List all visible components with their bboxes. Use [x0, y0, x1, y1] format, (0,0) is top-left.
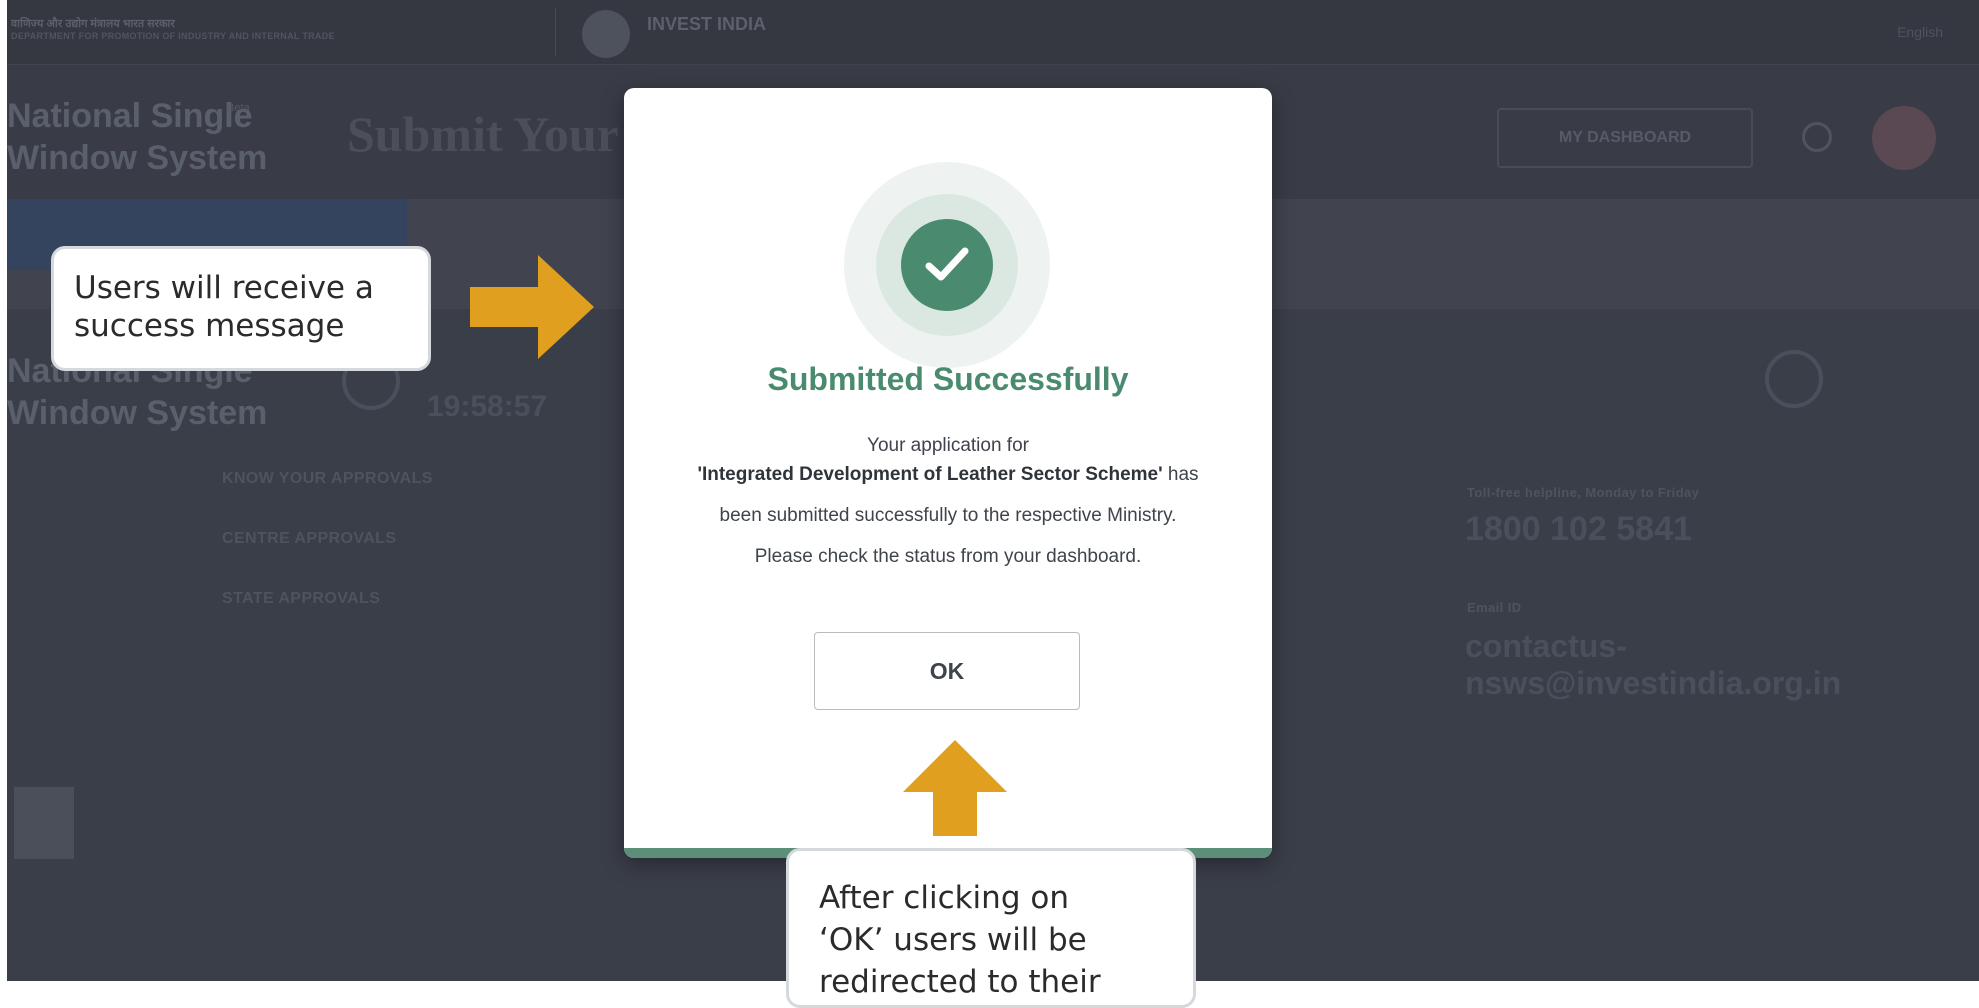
gov-line-hindi: वाणिज्य और उद्योग मंत्रालय भारत सरकार — [11, 18, 175, 30]
invest-india-logo-icon — [582, 10, 630, 58]
modal-message-line1: Your application for — [867, 435, 1029, 456]
check-circle-icon — [901, 219, 993, 311]
modal-message-line2: 'Integrated Development of Leather Secto… — [697, 464, 1199, 485]
arrow-right-icon — [470, 255, 594, 359]
language-selector[interactable]: English — [1897, 24, 1943, 40]
email-label: Email ID — [1467, 600, 1522, 615]
gov-line-english: DEPARTMENT FOR PROMOTION OF INDUSTRY AND… — [11, 31, 335, 41]
beta-tag: Beta — [227, 102, 250, 114]
arrow-up-icon — [903, 740, 1007, 836]
footer-link-know-approvals[interactable]: KNOW YOUR APPROVALS — [222, 470, 433, 488]
contact-email[interactable]: contactus-nsws@investindia.org.in — [1465, 628, 1979, 702]
avatar[interactable] — [1872, 106, 1936, 170]
scheme-name: 'Integrated Development of Leather Secto… — [697, 464, 1163, 485]
modal-message-line3: been submitted successfully to the respe… — [719, 505, 1177, 526]
footer-link-centre-approvals[interactable]: CENTRE APPROVALS — [222, 530, 396, 548]
callout-ok-redirect: After clicking on ‘OK’ users will be red… — [786, 848, 1196, 1008]
page-title: Submit Your — [347, 106, 619, 162]
modal-message-line4: Please check the status from your dashbo… — [754, 546, 1142, 567]
footer-link-state-approvals[interactable]: STATE APPROVALS — [222, 590, 380, 608]
modal-title: Submitted Successfully — [767, 361, 1129, 397]
invest-india-label: INVEST INDIA — [647, 14, 767, 34]
footer-time: 19:58:57 — [427, 390, 548, 423]
callout-success-message: Users will receive a success message — [51, 246, 431, 371]
refresh-icon[interactable] — [1802, 122, 1832, 152]
helpline-label: Toll-free helpline, Monday to Friday — [1467, 485, 1700, 500]
my-dashboard-button[interactable]: MY DASHBOARD — [1497, 108, 1753, 168]
topbar-divider — [555, 8, 556, 56]
footer-logo — [14, 787, 74, 859]
download-icon[interactable] — [1765, 350, 1823, 408]
ok-button[interactable]: OK — [814, 632, 1080, 710]
top-bar: वाणिज्य और उद्योग मंत्रालय भारत सरकार DE… — [7, 0, 1979, 65]
helpline-number: 1800 102 5841 — [1465, 510, 1692, 548]
